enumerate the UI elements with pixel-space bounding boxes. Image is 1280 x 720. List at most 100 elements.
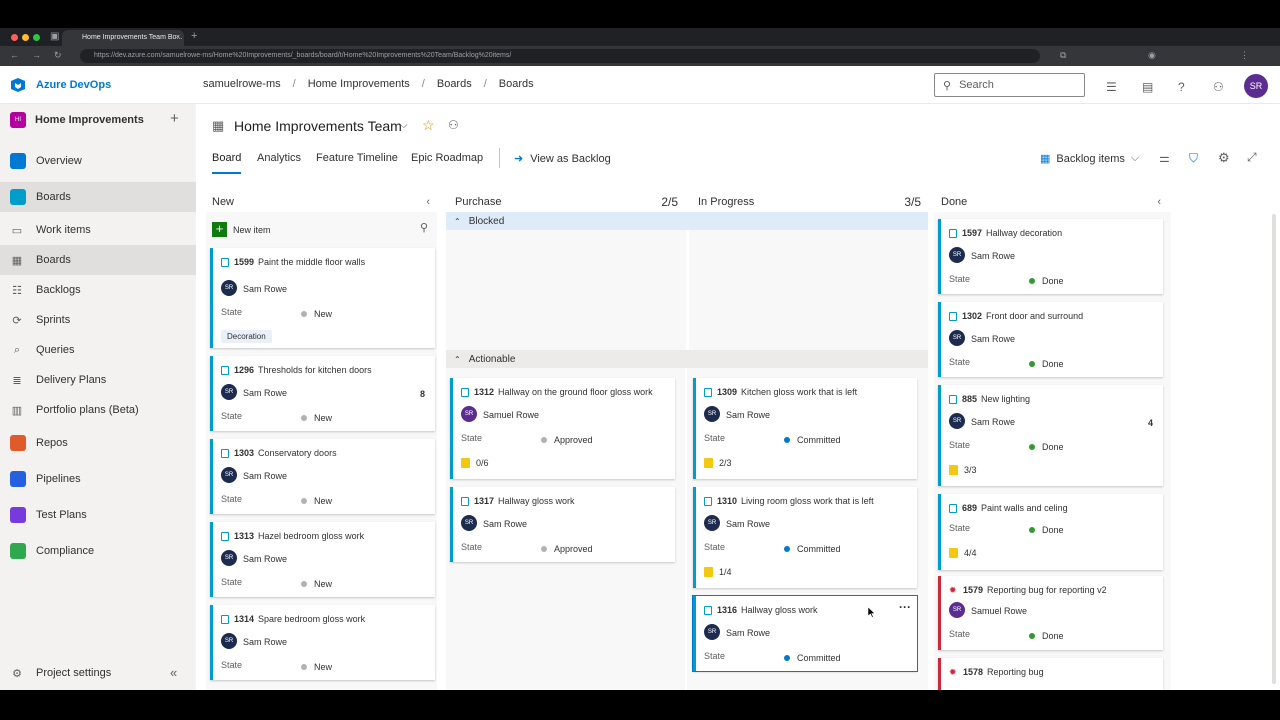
extension-icon[interactable]: ⧉ — [1060, 50, 1066, 61]
work-item-card[interactable]: 1599 Paint the middle floor walls SR Sam … — [210, 248, 435, 348]
search-box[interactable]: ⚲ Search — [934, 73, 1085, 97]
assignee[interactable]: Sam Rowe — [243, 554, 287, 564]
state-value[interactable]: Done — [1029, 525, 1064, 535]
azure-devops-logo[interactable]: Azure DevOps — [10, 77, 111, 93]
task-progress[interactable]: 2/3 — [704, 458, 732, 468]
work-item-title[interactable]: Reporting bug for reporting v2 — [987, 585, 1107, 595]
tab-list-icon[interactable]: ▣ — [50, 31, 59, 42]
task-progress[interactable]: 4/4 — [949, 548, 977, 558]
sidebar-item-boards[interactable]: Boards — [0, 182, 196, 212]
sidebar-item-pipelines[interactable]: Pipelines — [0, 464, 196, 494]
sidebar-item-delivery-plans[interactable]: ≣ Delivery Plans — [0, 365, 196, 395]
backlog-items-selector[interactable]: ▦ Backlog items ⌵ — [1040, 152, 1139, 165]
assignee[interactable]: Sam Rowe — [243, 471, 287, 481]
tab-analytics[interactable]: Analytics — [257, 152, 301, 164]
new-tab-icon[interactable]: + — [191, 30, 197, 42]
work-item-title[interactable]: Thresholds for kitchen doors — [258, 365, 372, 375]
breadcrumb-boards[interactable]: Boards — [437, 78, 472, 90]
breadcrumb-project[interactable]: Home Improvements — [308, 78, 410, 90]
assignee[interactable]: Sam Rowe — [483, 519, 527, 529]
task-progress[interactable]: 1/4 — [704, 567, 732, 577]
sidebar-item-repos[interactable]: Repos — [0, 428, 196, 458]
task-progress[interactable]: 3/3 — [949, 465, 977, 475]
state-value[interactable]: Done — [1029, 359, 1064, 369]
view-as-backlog-button[interactable]: ➜ View as Backlog — [514, 152, 611, 166]
work-item-title[interactable]: Reporting bug — [987, 667, 1044, 677]
collapse-sidebar-icon[interactable]: « — [170, 665, 177, 680]
team-members-icon[interactable]: ⚇ — [448, 118, 459, 132]
profile-icon[interactable]: ◉ — [1148, 50, 1156, 61]
task-progress[interactable]: 0/6 — [461, 458, 489, 468]
sidebar-item-boards-sub[interactable]: ▦ Boards — [0, 245, 196, 275]
tab-epic-roadmap[interactable]: Epic Roadmap — [411, 152, 483, 164]
assignee[interactable]: Sam Rowe — [726, 628, 770, 638]
sidebar-item-test-plans[interactable]: Test Plans — [0, 500, 196, 530]
fullscreen-icon[interactable]: ⤢ — [1247, 150, 1257, 165]
sidebar-item-compliance[interactable]: Compliance — [0, 536, 196, 566]
minimize-window-dot[interactable] — [22, 34, 29, 41]
project-settings[interactable]: ⚙ Project settings — [0, 658, 196, 688]
settings-sliders-icon[interactable]: ⚌ — [1159, 151, 1170, 165]
sidebar-item-portfolio-plans[interactable]: ▥ Portfolio plans (Beta) — [0, 395, 196, 425]
work-item-card[interactable]: 1302 Front door and surround SR Sam Rowe … — [938, 302, 1163, 377]
sidebar-item-overview[interactable]: Overview — [0, 146, 196, 176]
sidebar-item-work-items[interactable]: ▭ Work items — [0, 215, 196, 245]
work-item-card[interactable]: 1296 Thresholds for kitchen doors SR Sam … — [210, 356, 435, 431]
state-value[interactable]: Committed — [784, 544, 841, 554]
state-value[interactable]: Approved — [541, 544, 593, 554]
team-name[interactable]: Home Improvements Team — [234, 118, 402, 134]
assignee[interactable]: Sam Rowe — [971, 251, 1015, 261]
forward-icon[interactable]: → — [32, 50, 41, 60]
work-item-title[interactable]: Hallway decoration — [986, 228, 1062, 238]
tab-feature-timeline[interactable]: Feature Timeline — [316, 152, 398, 164]
state-value[interactable]: New — [301, 662, 332, 672]
work-item-card[interactable]: 1303 Conservatory doors SR Sam Rowe State… — [210, 439, 435, 514]
swimlane-actionable[interactable]: ⌃ Actionable — [446, 350, 928, 368]
tab-board[interactable]: Board — [212, 152, 241, 174]
new-item-button[interactable]: + New item — [212, 222, 271, 237]
bug-card[interactable]: ✹ 1578 Reporting bug — [938, 658, 1163, 690]
work-item-card[interactable]: 689 Paint walls and celing State Done 4/4 — [938, 494, 1163, 570]
work-item-title[interactable]: Paint walls and celing — [981, 503, 1068, 513]
collapse-column-icon[interactable]: ‹ — [426, 196, 430, 208]
chevron-down-icon[interactable]: ⌵ — [400, 120, 408, 131]
state-value[interactable]: New — [301, 496, 332, 506]
state-value[interactable]: Committed — [784, 653, 841, 663]
assignee[interactable]: Sam Rowe — [971, 417, 1015, 427]
reload-icon[interactable]: ↻ — [54, 50, 62, 61]
assignee[interactable]: Sam Rowe — [971, 334, 1015, 344]
state-value[interactable]: Approved — [541, 435, 593, 445]
work-item-title[interactable]: Hallway gloss work — [498, 496, 575, 506]
maximize-window-dot[interactable] — [33, 34, 40, 41]
state-value[interactable]: Done — [1029, 276, 1064, 286]
filter-icon[interactable]: ⛉ — [1189, 151, 1198, 166]
state-value[interactable]: Done — [1029, 442, 1064, 452]
assignee[interactable]: Sam Rowe — [726, 410, 770, 420]
breadcrumb-board[interactable]: Boards — [499, 78, 534, 90]
sidebar-item-sprints[interactable]: ⟳ Sprints — [0, 305, 196, 335]
sidebar-item-backlogs[interactable]: ☷ Backlogs — [0, 275, 196, 305]
assignee[interactable]: Samuel Rowe — [483, 410, 539, 420]
work-item-card[interactable]: 1316 Hallway gloss work ··· SR Sam Rowe S… — [692, 595, 918, 672]
work-item-card[interactable]: 1312 Hallway on the ground floor gloss wo… — [450, 378, 675, 479]
sidebar-item-queries[interactable]: ⌕ Queries — [0, 335, 196, 365]
work-item-title[interactable]: Hallway gloss work — [741, 605, 818, 615]
assignee[interactable]: Sam Rowe — [726, 519, 770, 529]
collapse-column-icon[interactable]: ‹ — [1157, 196, 1161, 208]
browser-menu-icon[interactable]: ⋮ — [1240, 50, 1249, 61]
close-window-dot[interactable] — [11, 34, 18, 41]
work-item-title[interactable]: Kitchen gloss work that is left — [741, 387, 857, 397]
add-icon[interactable]: + — [170, 110, 179, 127]
assignee[interactable]: Sam Rowe — [243, 284, 287, 294]
state-value[interactable]: New — [301, 309, 332, 319]
work-item-card[interactable]: 1317 Hallway gloss work SR Sam Rowe State… — [450, 487, 675, 562]
work-item-title[interactable]: Front door and surround — [986, 311, 1083, 321]
work-item-title[interactable]: Hazel bedroom gloss work — [258, 531, 364, 541]
favorite-star-icon[interactable]: ☆ — [422, 117, 435, 134]
work-item-title[interactable]: Spare bedroom gloss work — [258, 614, 365, 624]
gear-icon[interactable]: ⚙ — [1218, 150, 1230, 166]
help-icon[interactable]: ? — [1178, 80, 1185, 94]
browser-tab[interactable]: Home Improvements Team Bo... × — [62, 30, 184, 46]
state-value[interactable]: Done — [1029, 631, 1064, 641]
back-icon[interactable]: ← — [10, 50, 19, 60]
